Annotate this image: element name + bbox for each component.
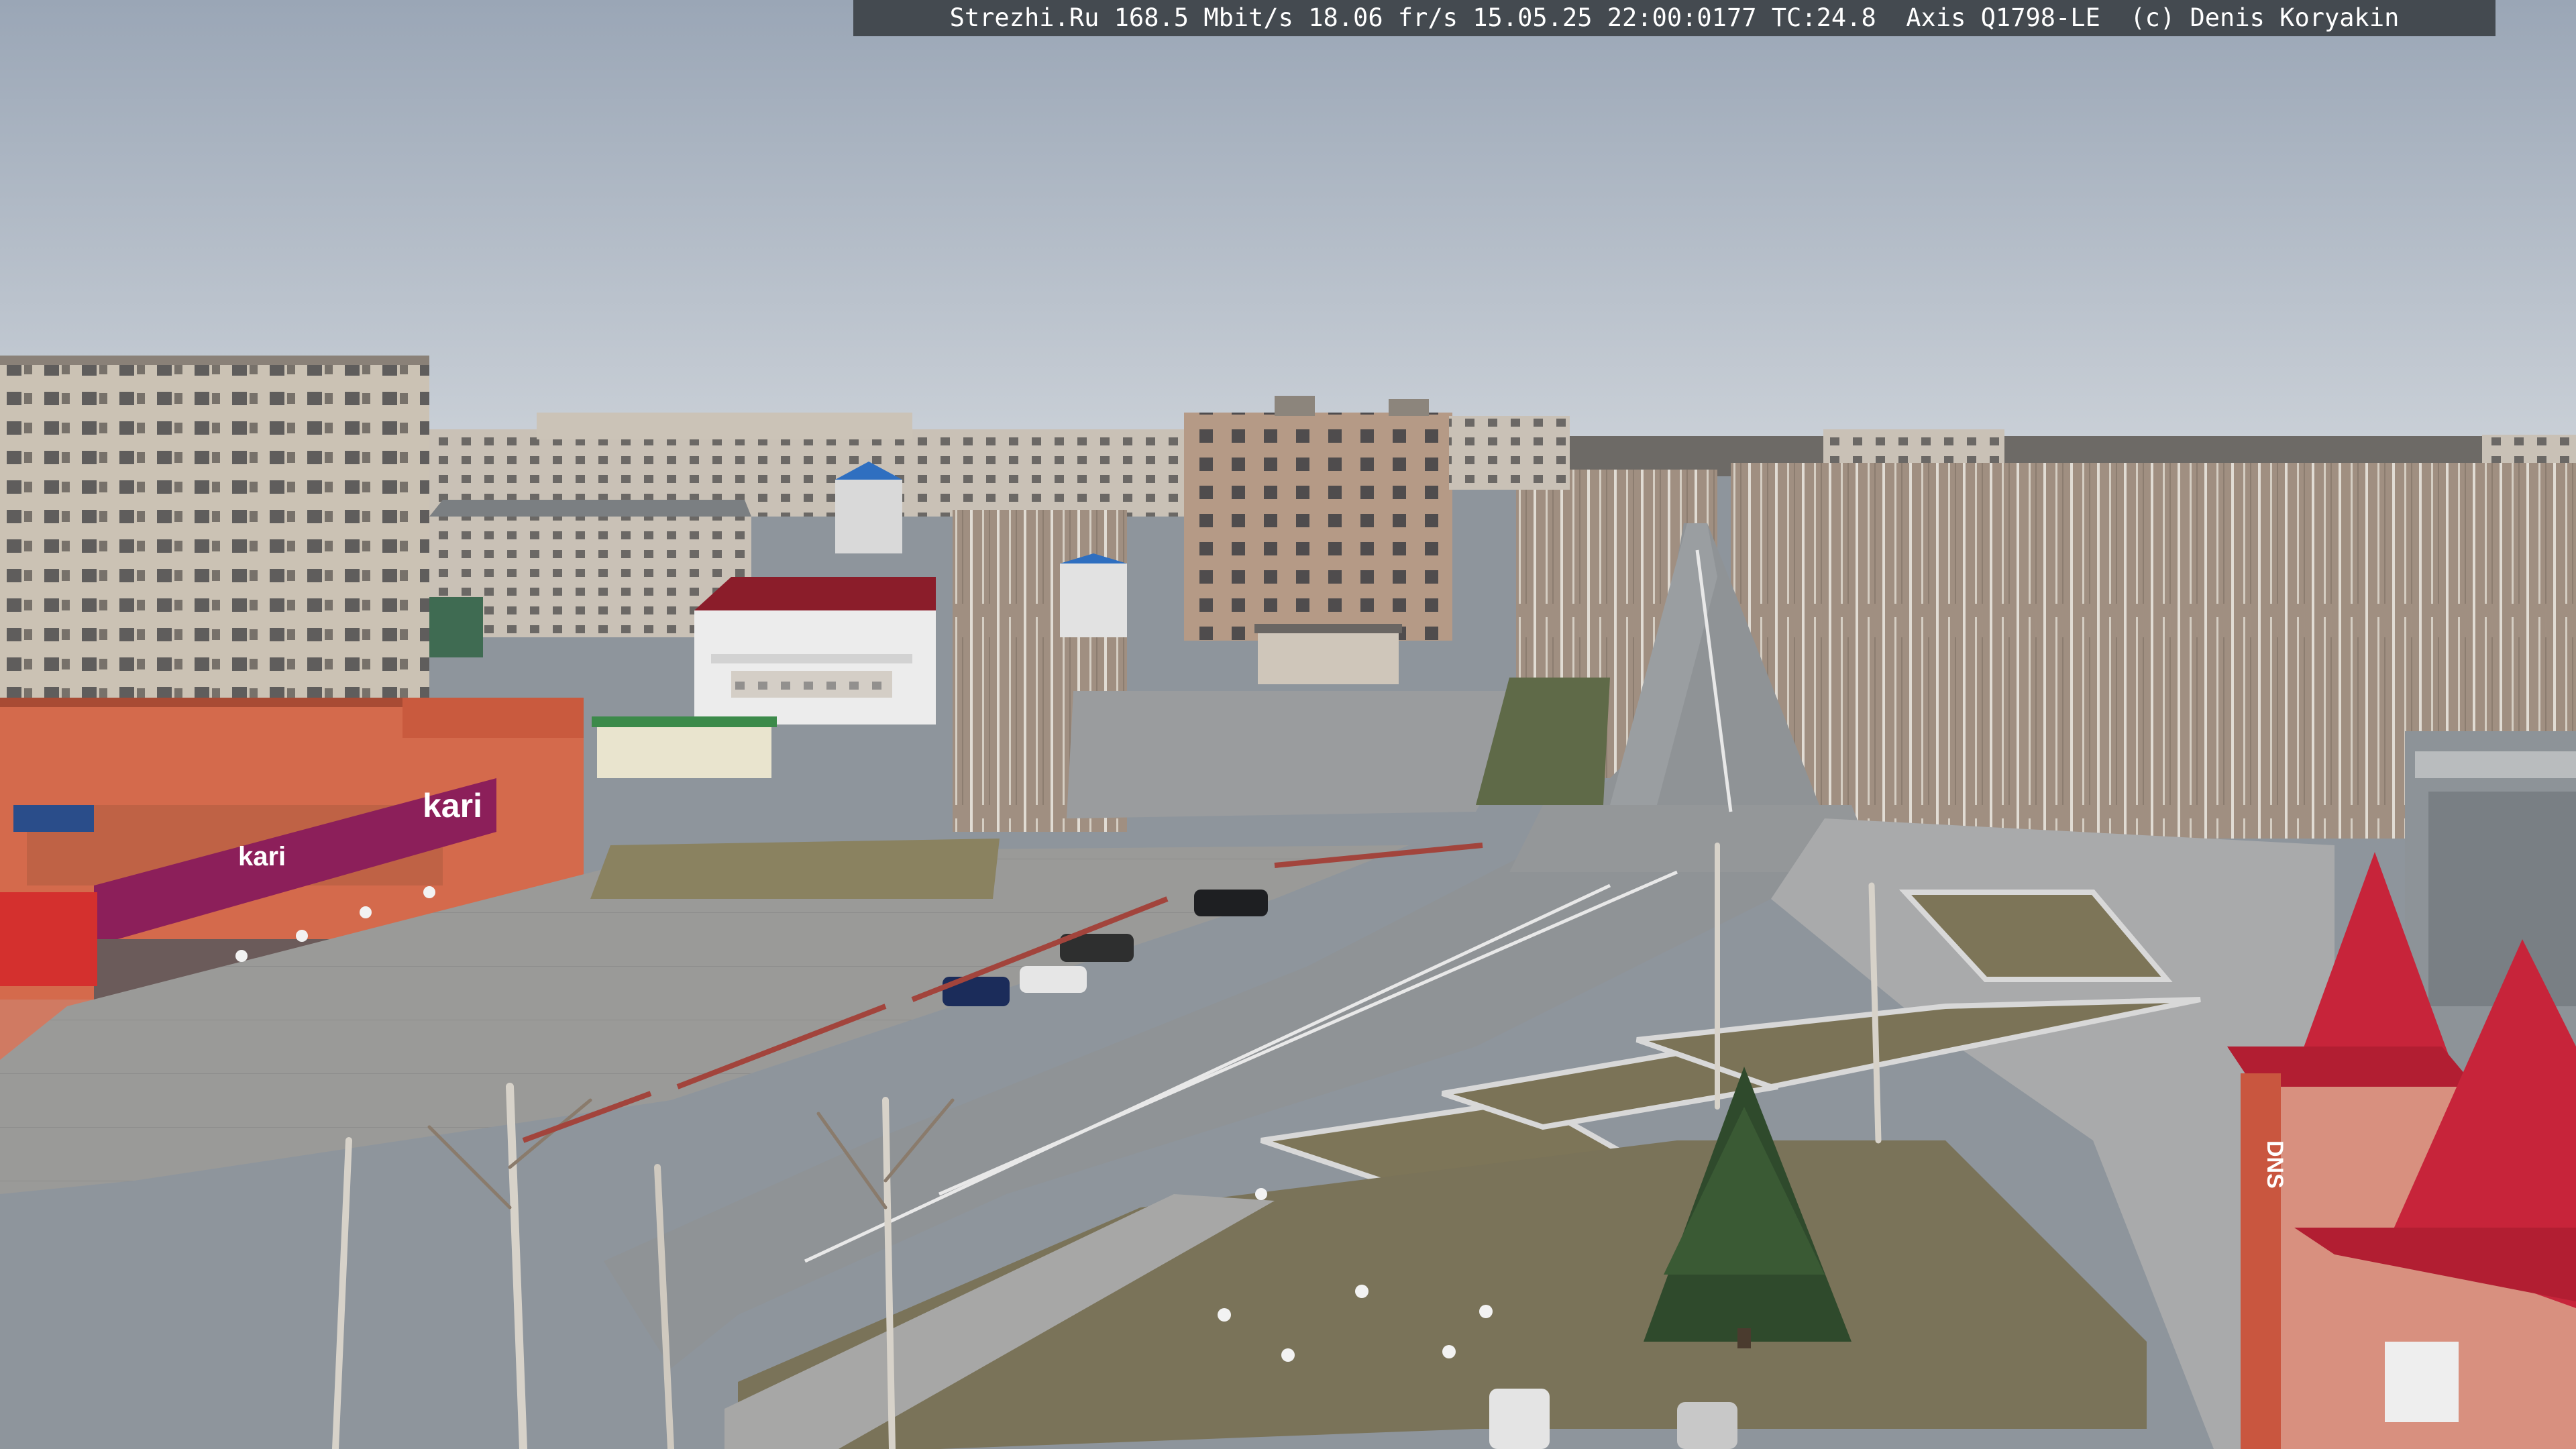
kari-small-sign: kari [238, 842, 286, 871]
central-plaza [1067, 691, 1543, 818]
webcam-scene: kari kari DNS [0, 0, 2576, 1449]
green-roof-shop [592, 716, 777, 778]
dns-sign: DNS [2262, 1140, 2288, 1189]
red-roof-building [694, 577, 936, 724]
camera-info-overlay: Strezhi.Ru 168.5 Mbit/s 18.06 fr/s 15.05… [853, 0, 2496, 36]
kari-main-sign: kari [423, 787, 482, 824]
brick-highrise [1184, 396, 1570, 641]
